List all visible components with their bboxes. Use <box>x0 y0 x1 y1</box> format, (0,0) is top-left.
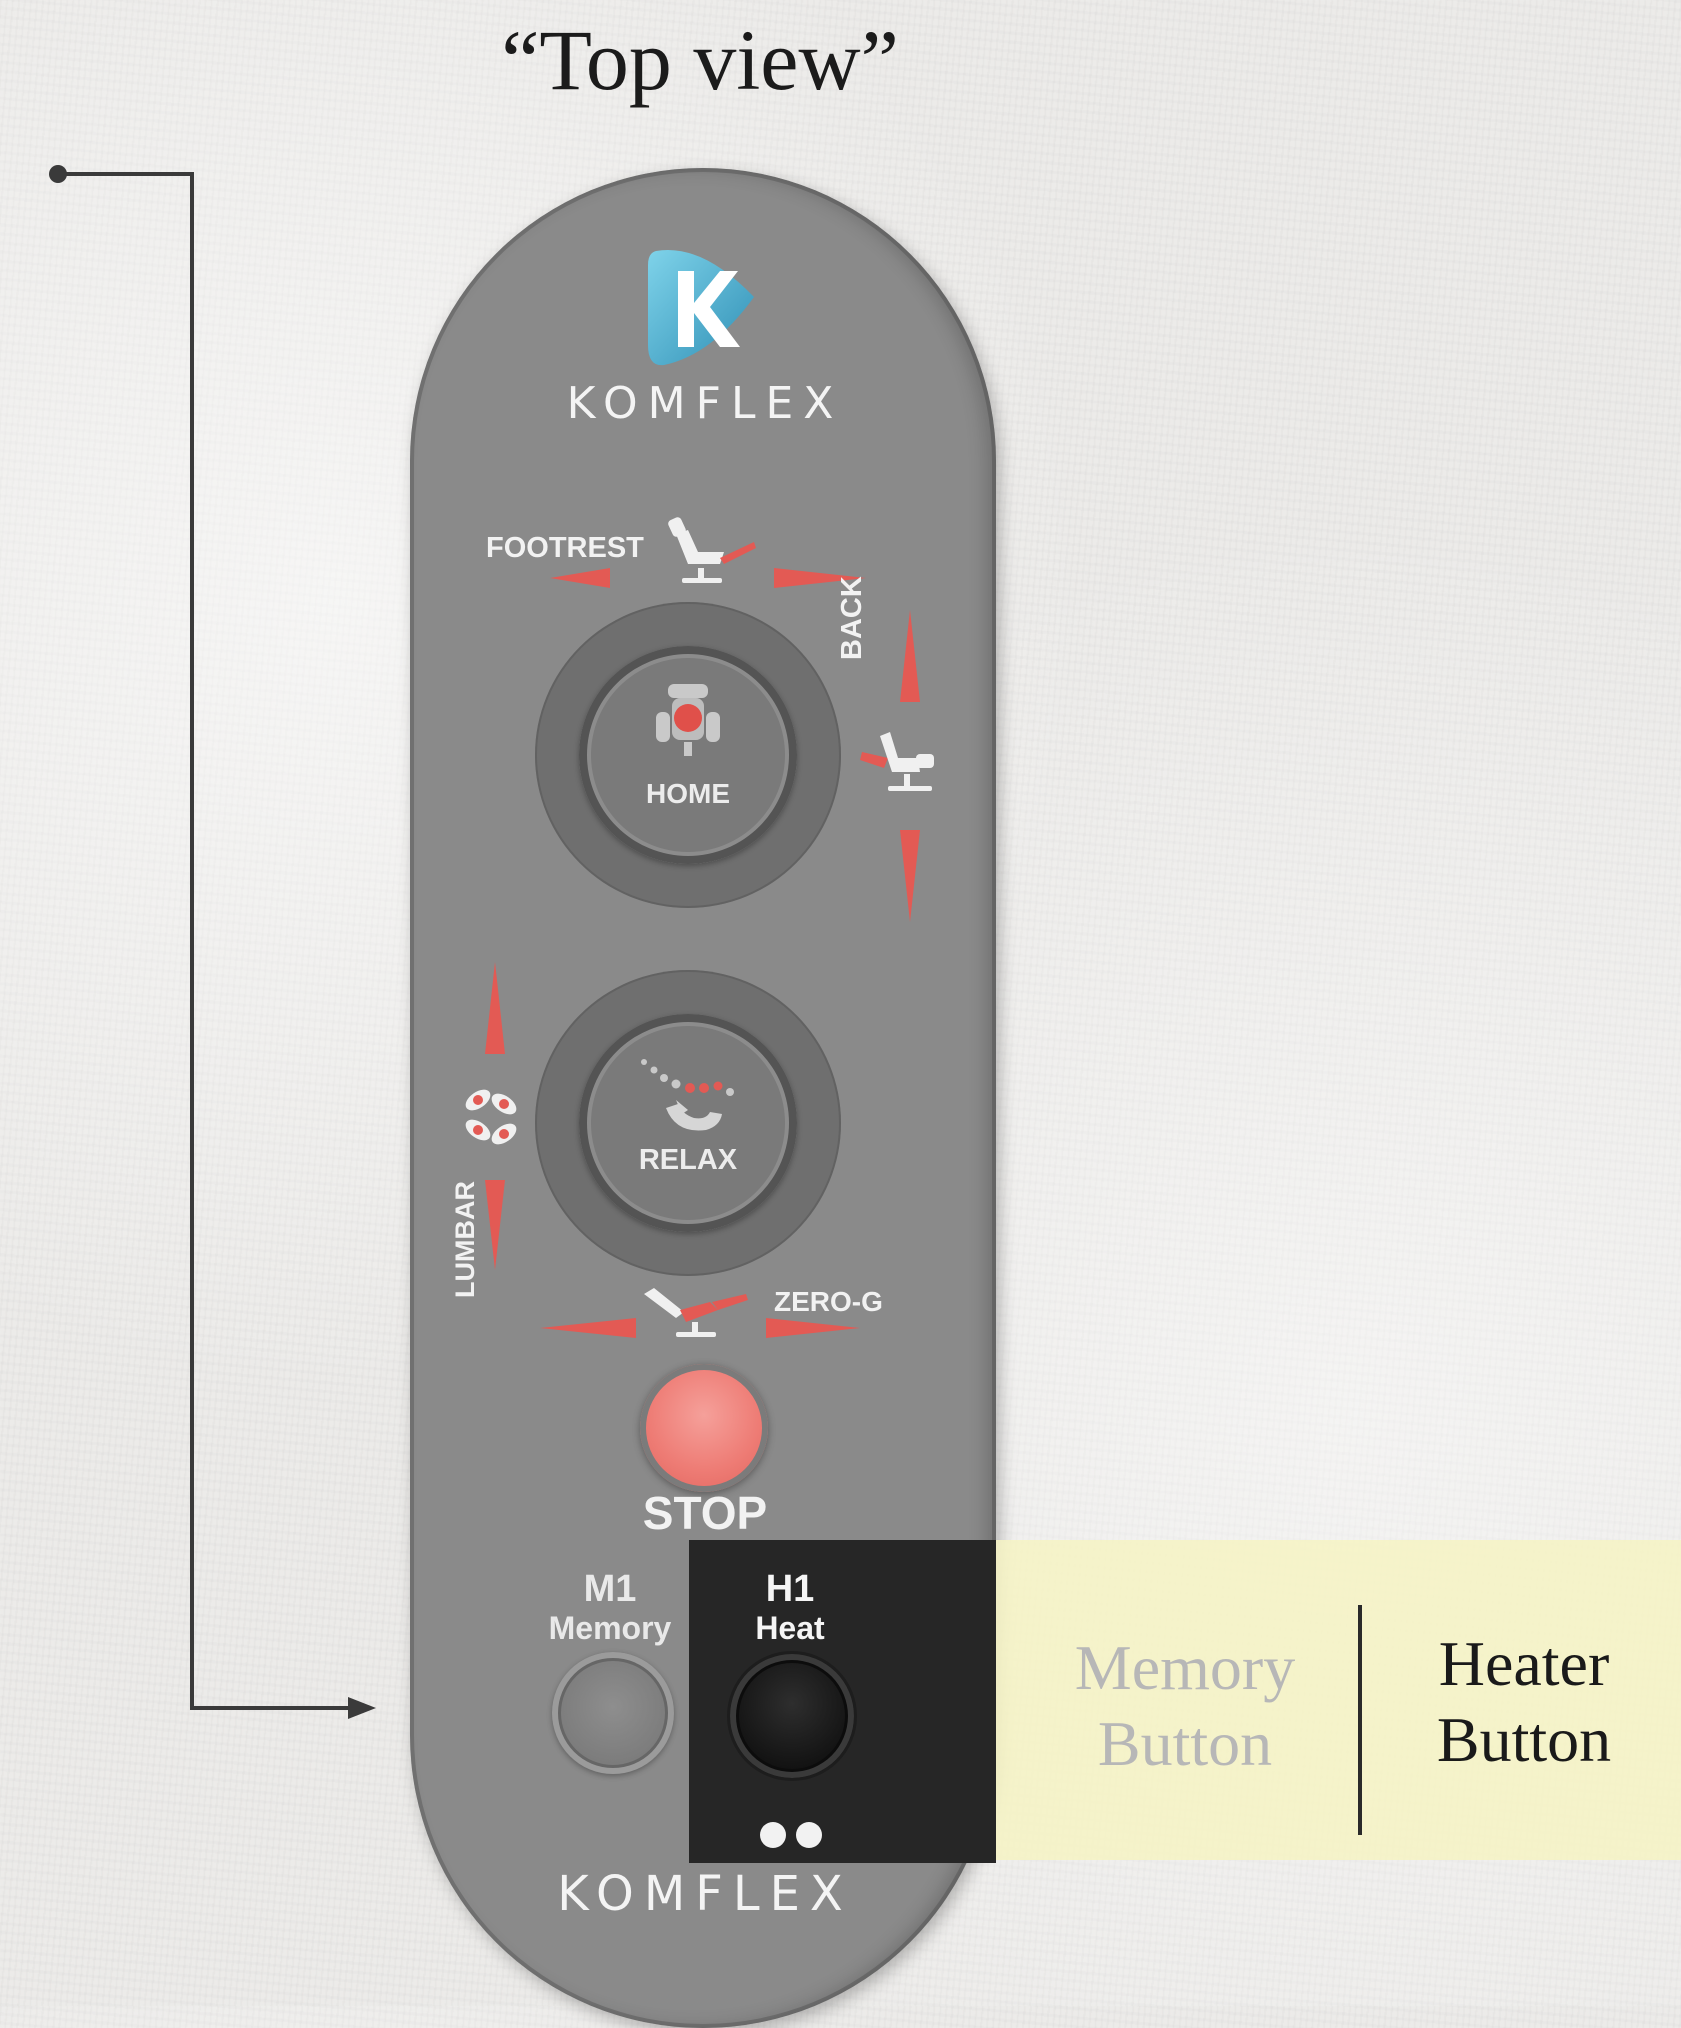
memory-callout-line1: Memory <box>1074 1632 1296 1703</box>
home-label: HOME <box>646 778 730 809</box>
zero-g-left-arrow-icon[interactable] <box>540 1318 636 1338</box>
heat-indicator-dot <box>760 1822 786 1848</box>
back-down-arrow-icon[interactable] <box>900 830 920 922</box>
heater-button-callout: Heater Button <box>1392 1626 1656 1778</box>
back-chair-icon <box>860 732 934 791</box>
footrest-chair-icon <box>668 517 756 583</box>
memory-callout-line2: Button <box>1097 1708 1273 1779</box>
h1-name-label: Heat <box>755 1610 825 1646</box>
heater-callout-line2: Button <box>1436 1704 1612 1775</box>
h1-code-label: H1 <box>765 1568 815 1610</box>
lumbar-massage-icon <box>465 1089 517 1145</box>
m1-name-label: Memory <box>548 1610 672 1646</box>
lumbar-label: LUMBAR <box>450 1181 480 1298</box>
stop-button[interactable] <box>640 1364 768 1492</box>
lumbar-up-arrow-icon[interactable] <box>485 962 505 1054</box>
callout-divider <box>1358 1605 1362 1835</box>
stop-label: STOP <box>642 1487 768 1539</box>
zero-g-right-arrow-icon[interactable] <box>766 1318 860 1338</box>
heater-button[interactable] <box>730 1654 854 1778</box>
relax-massage-icon <box>641 1059 734 1131</box>
komflex-logo-icon <box>648 249 754 366</box>
zero-g-label: ZERO-G <box>774 1286 883 1317</box>
relax-label: RELAX <box>638 1144 738 1176</box>
lumbar-down-arrow-icon[interactable] <box>485 1180 505 1270</box>
brand-name-top: KOMFLEX <box>566 378 844 429</box>
heater-callout-line1: Heater <box>1438 1628 1610 1699</box>
memory-button[interactable] <box>552 1652 674 1774</box>
footrest-label: FOOTREST <box>486 532 644 564</box>
zero-g-chair-icon <box>644 1288 748 1337</box>
memory-button-callout: Memory Button <box>1040 1630 1330 1782</box>
m1-code-label: M1 <box>583 1568 637 1610</box>
back-up-arrow-icon[interactable] <box>900 610 920 702</box>
footrest-left-arrow-icon[interactable] <box>550 568 610 588</box>
back-label: BACK <box>836 576 868 660</box>
heat-indicator-dot <box>796 1822 822 1848</box>
home-chair-icon <box>656 684 720 756</box>
brand-name-bottom: KOMFLEX <box>557 1866 853 1922</box>
